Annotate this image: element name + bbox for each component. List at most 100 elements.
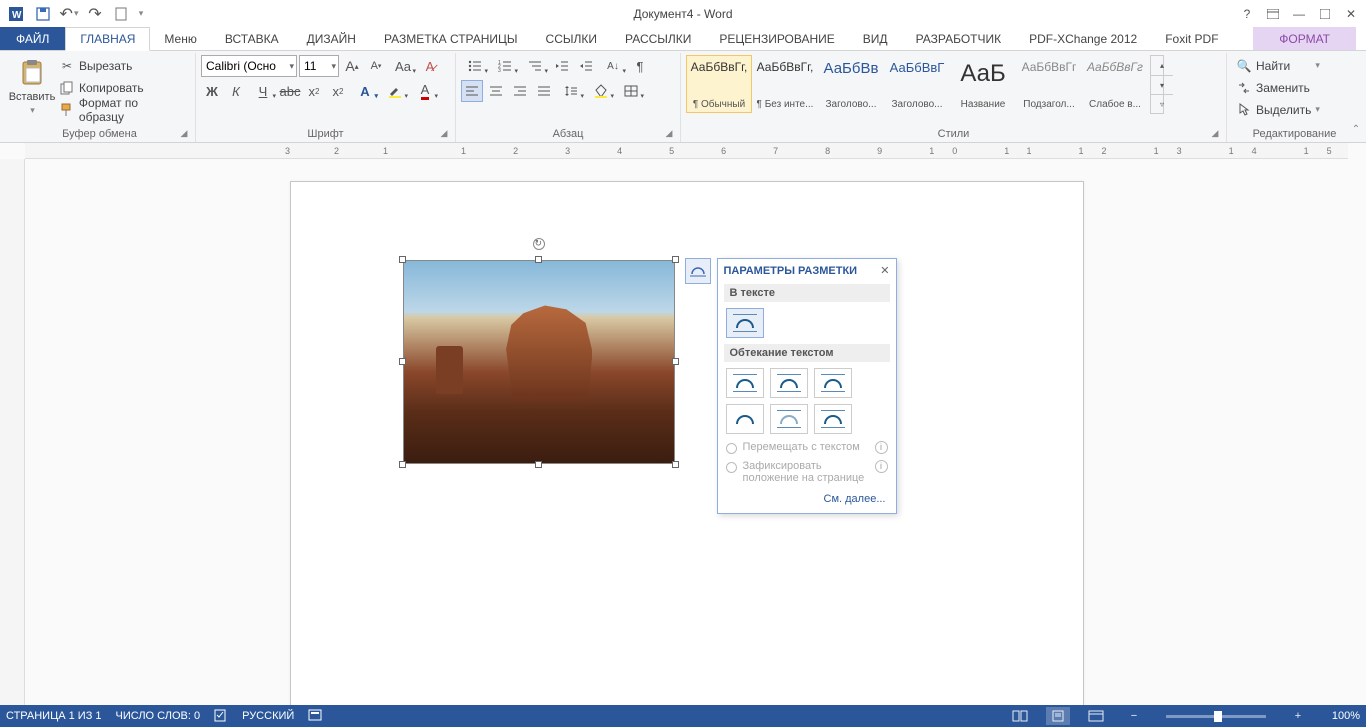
rotate-handle-icon[interactable]	[533, 238, 545, 250]
see-more-link[interactable]: См. далее...	[718, 487, 896, 513]
horizontal-ruler[interactable]: 3 2 1 1 2 3 4 5 6 7 8 9 10 11 12 13 14 1…	[25, 143, 1348, 159]
document-page[interactable]: ПАРАМЕТРЫ РАЗМЕТКИ✕ В тексте Обтекание т…	[290, 181, 1084, 705]
info-icon[interactable]: i	[875, 441, 888, 454]
font-launcher-icon[interactable]: ◢	[438, 128, 450, 140]
qat-customize-icon[interactable]: ▾	[134, 2, 148, 26]
tab-format[interactable]: ФОРМАТ	[1253, 27, 1356, 50]
tab-layout[interactable]: РАЗМЕТКА СТРАНИЦЫ	[370, 27, 532, 50]
underline-icon[interactable]: Ч	[249, 80, 277, 102]
clear-formatting-icon[interactable]: A̷	[419, 55, 441, 77]
style-normal[interactable]: АаБбВвГг,¶ Обычный	[686, 55, 752, 113]
close-icon[interactable]: ✕	[1338, 3, 1364, 25]
align-center-icon[interactable]	[485, 80, 507, 102]
resize-handle-br[interactable]	[672, 461, 679, 468]
wrap-topbottom-option[interactable]	[726, 404, 764, 434]
tab-foxit[interactable]: Foxit PDF	[1151, 27, 1232, 50]
justify-icon[interactable]	[533, 80, 555, 102]
layout-popup-close-icon[interactable]: ✕	[880, 264, 889, 277]
wrap-tight-option[interactable]	[770, 368, 808, 398]
minimize-icon[interactable]: —	[1286, 3, 1312, 25]
superscript-icon[interactable]: x2	[327, 80, 349, 102]
style-subtitle[interactable]: АаБбВвГгПодзагол...	[1016, 55, 1082, 113]
align-left-icon[interactable]	[461, 80, 483, 102]
selected-image[interactable]	[403, 260, 675, 464]
align-right-icon[interactable]	[509, 80, 531, 102]
line-spacing-icon[interactable]	[557, 80, 585, 102]
style-no-spacing[interactable]: АаБбВвГг,¶ Без инте...	[752, 55, 818, 113]
resize-handle-bl[interactable]	[399, 461, 406, 468]
italic-icon[interactable]: К	[225, 80, 247, 102]
tab-pdfxchange[interactable]: PDF-XChange 2012	[1015, 27, 1151, 50]
sort-icon[interactable]: A↓	[599, 55, 627, 77]
change-case-icon[interactable]: Aa	[389, 55, 417, 77]
cut-button[interactable]: ✂Вырезать	[55, 55, 190, 76]
font-name-combo[interactable]: Calibri (Осно	[201, 55, 297, 77]
tab-design[interactable]: ДИЗАЙН	[293, 27, 370, 50]
maximize-icon[interactable]	[1312, 3, 1338, 25]
status-page[interactable]: СТРАНИЦА 1 ИЗ 1	[6, 710, 102, 722]
resize-handle-t[interactable]	[535, 256, 542, 263]
undo-icon[interactable]: ↶▾	[56, 2, 82, 26]
style-heading2[interactable]: АаБбВвГЗаголово...	[884, 55, 950, 113]
help-icon[interactable]: ?	[1234, 3, 1260, 25]
decrease-indent-icon[interactable]	[551, 55, 573, 77]
save-icon[interactable]	[30, 2, 56, 26]
ribbon-display-icon[interactable]	[1260, 3, 1286, 25]
wrap-behind-option[interactable]	[770, 404, 808, 434]
tab-menu[interactable]: Меню	[150, 27, 210, 50]
font-color-icon[interactable]: A	[411, 80, 439, 102]
status-macro-icon[interactable]	[308, 709, 322, 724]
bold-icon[interactable]: Ж	[201, 80, 223, 102]
bullets-icon[interactable]	[461, 55, 489, 77]
numbering-icon[interactable]: 123	[491, 55, 519, 77]
wrap-front-option[interactable]	[814, 404, 852, 434]
zoom-out-icon[interactable]: −	[1122, 707, 1146, 725]
status-words[interactable]: ЧИСЛО СЛОВ: 0	[116, 710, 201, 722]
resize-handle-tl[interactable]	[399, 256, 406, 263]
zoom-level[interactable]: 100%	[1324, 710, 1360, 722]
paragraph-launcher-icon[interactable]: ◢	[663, 128, 675, 140]
tab-references[interactable]: ССЫЛКИ	[532, 27, 611, 50]
new-doc-icon[interactable]	[108, 2, 134, 26]
info-icon[interactable]: i	[875, 460, 888, 473]
wrap-square-option[interactable]	[726, 368, 764, 398]
collapse-ribbon-icon[interactable]: ⌃	[1348, 124, 1364, 140]
resize-handle-r[interactable]	[672, 358, 679, 365]
tab-home[interactable]: ГЛАВНАЯ	[65, 27, 150, 51]
resize-handle-tr[interactable]	[672, 256, 679, 263]
strikethrough-icon[interactable]: abc	[279, 80, 301, 102]
redo-icon[interactable]: ↷	[82, 2, 108, 26]
zoom-slider[interactable]	[1166, 715, 1266, 718]
text-effects-icon[interactable]: A	[351, 80, 379, 102]
style-heading1[interactable]: АаБбВвЗаголово...	[818, 55, 884, 113]
increase-indent-icon[interactable]	[575, 55, 597, 77]
zoom-in-icon[interactable]: +	[1286, 707, 1310, 725]
select-button[interactable]: Выделить▾	[1232, 99, 1324, 120]
styles-scroll-up-icon[interactable]: ▴	[1151, 56, 1173, 75]
shrink-font-icon[interactable]: A▾	[365, 55, 387, 77]
status-proofing-icon[interactable]	[214, 708, 228, 725]
tab-mailings[interactable]: РАССЫЛКИ	[611, 27, 705, 50]
multilevel-list-icon[interactable]	[521, 55, 549, 77]
tab-file[interactable]: ФАЙЛ	[0, 27, 65, 50]
clipboard-launcher-icon[interactable]: ◢	[178, 128, 190, 140]
wrap-inline-option[interactable]	[726, 308, 764, 338]
layout-options-button[interactable]	[685, 258, 711, 284]
styles-launcher-icon[interactable]: ◢	[1209, 128, 1221, 140]
styles-scroll-down-icon[interactable]: ▾	[1151, 75, 1173, 94]
replace-button[interactable]: Заменить	[1232, 77, 1324, 98]
resize-handle-l[interactable]	[399, 358, 406, 365]
show-marks-icon[interactable]: ¶	[629, 55, 651, 77]
find-button[interactable]: 🔍Найти▾	[1232, 55, 1324, 76]
vertical-ruler[interactable]	[0, 159, 25, 705]
style-subtle-emphasis[interactable]: АаБбВвГгСлабое в...	[1082, 55, 1148, 113]
resize-handle-b[interactable]	[535, 461, 542, 468]
tab-insert[interactable]: ВСТАВКА	[211, 27, 293, 50]
view-web-icon[interactable]	[1084, 707, 1108, 725]
format-painter-button[interactable]: Формат по образцу	[55, 99, 190, 120]
tab-view[interactable]: ВИД	[849, 27, 902, 50]
shading-icon[interactable]	[587, 80, 615, 102]
style-title[interactable]: АаБНазвание	[950, 55, 1016, 113]
grow-font-icon[interactable]: A▴	[341, 55, 363, 77]
borders-icon[interactable]	[617, 80, 645, 102]
